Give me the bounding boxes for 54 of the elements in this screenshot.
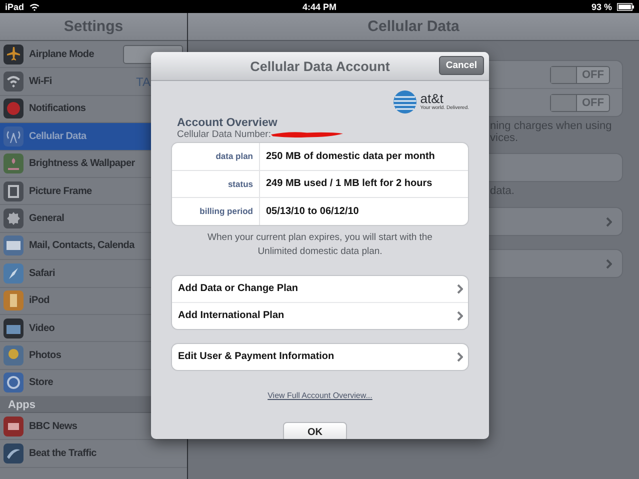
item-label: iPod (29, 295, 50, 306)
item-label: Airplane Mode (29, 48, 94, 60)
item-label: Picture Frame (29, 186, 92, 197)
settings-item[interactable]: Beat the Traffic (0, 440, 187, 468)
chevron-icon (457, 310, 463, 320)
road-icon (3, 443, 24, 464)
wifi-icon (3, 71, 24, 92)
chevron-icon (606, 216, 612, 226)
info-value: 249 MB used / 1 MB left for 2 hours (265, 178, 432, 190)
battery-percent: 93 % (591, 2, 612, 12)
item-value: TA (136, 74, 150, 89)
gear-icon (3, 208, 24, 230)
section-title: Apps (8, 398, 36, 411)
ok-button[interactable]: OK (283, 422, 347, 439)
chevron-icon (457, 284, 463, 294)
info-label: billing period (172, 198, 260, 224)
info-label: data plan (172, 143, 260, 170)
wifi-signal-icon (29, 2, 40, 10)
carrier-name: at&t (420, 92, 444, 105)
item-label: Safari (29, 268, 55, 279)
notifications-icon (3, 98, 24, 120)
item-label: Beat the Traffic (29, 448, 96, 460)
item-label: Cellular Data (29, 130, 86, 142)
info-value: 250 MB of domestic data per month (265, 150, 435, 162)
item-label: Store (29, 377, 54, 388)
clock: 4:44 PM (302, 2, 336, 12)
item-label: Mail, Contacts, Calenda (29, 240, 134, 252)
picture-frame-icon (3, 180, 24, 202)
menu-row[interactable]: Add Data or Change Plan (172, 276, 468, 302)
account-overview-link[interactable]: View Full Account Overview... (268, 390, 372, 400)
compass-icon (3, 262, 24, 284)
info-value: 05/13/10 to 06/12/10 (265, 206, 359, 217)
battery-icon (616, 2, 634, 10)
chevron-icon (457, 352, 463, 362)
chevron-icon (606, 258, 612, 268)
antenna-icon (3, 126, 24, 147)
airplane-icon (3, 44, 24, 65)
menu-row[interactable]: Edit User & Payment Information (172, 344, 468, 370)
striped-globe-icon (393, 90, 418, 114)
item-label: BBC News (29, 420, 78, 432)
detail-title: Cellular Data (368, 18, 460, 35)
item-label: General (29, 213, 64, 224)
dialog-title: Cellular Data Account (250, 58, 390, 74)
sidebar-title: Settings (64, 18, 124, 35)
item-label: Brightness & Wallpaper (29, 158, 135, 170)
cancel-button[interactable]: Cancel (438, 56, 484, 75)
item-label: Video (29, 322, 55, 334)
item-label: Photos (29, 350, 62, 361)
item-label: Notifications (29, 103, 86, 114)
music-player-icon (3, 290, 24, 312)
plan-note: When your current plan expires, you will start with the Unlimited domestic data plan. (206, 230, 434, 258)
info-label: status (172, 170, 260, 197)
device-name: iPad (5, 2, 24, 12)
item-label: Wi-Fi (29, 76, 52, 88)
